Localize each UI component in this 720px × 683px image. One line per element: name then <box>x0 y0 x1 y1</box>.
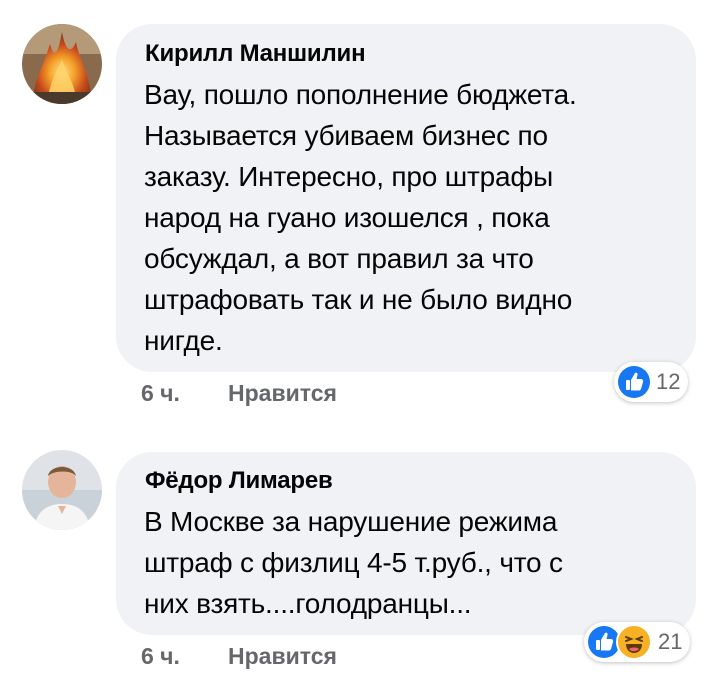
comment-bubble <box>116 452 696 635</box>
avatar-photo-image <box>22 450 102 530</box>
comment-time[interactable]: 6 ч. <box>141 380 180 407</box>
like-icon <box>618 366 650 398</box>
reaction-count: 12 <box>656 369 681 394</box>
like-icon <box>588 626 620 658</box>
comment-author[interactable]: Кирилл Маншилин <box>145 40 366 68</box>
reactions-summary[interactable]: 12 <box>614 362 689 402</box>
comment-author[interactable]: Фёдор Лимарев <box>145 467 333 495</box>
reaction-count: 21 <box>658 629 683 654</box>
avatar[interactable] <box>22 450 102 530</box>
reactions-summary[interactable]: 21 <box>584 622 691 662</box>
comment: Кирилл Маншилин Вау, пошло пополнение бю… <box>0 0 720 420</box>
like-button[interactable]: Нравится <box>228 380 337 407</box>
comment-text: Вау, пошло пополнение бюджета. Называетс… <box>144 79 577 356</box>
avatar-fire-image <box>22 24 102 104</box>
haha-icon <box>616 624 652 660</box>
comment-time[interactable]: 6 ч. <box>141 643 180 670</box>
like-button[interactable]: Нравится <box>228 643 337 670</box>
comment-text: В Москве за нарушение режима штраф с физ… <box>144 506 563 619</box>
avatar[interactable] <box>22 24 102 104</box>
